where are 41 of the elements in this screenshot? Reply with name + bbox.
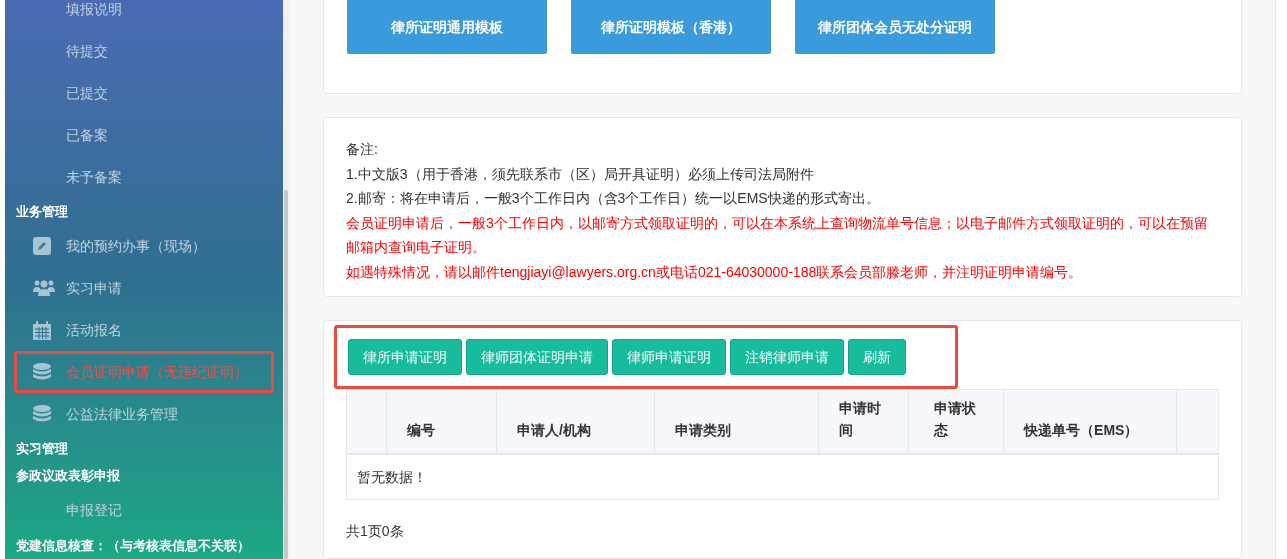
- sidebar-item[interactable]: 活动报名: [14, 309, 275, 352]
- sidebar-item[interactable]: 申报登记: [14, 489, 275, 532]
- action-button[interactable]: 律师申请证明: [612, 339, 727, 375]
- action-button[interactable]: 律所申请证明: [348, 339, 463, 375]
- template-button[interactable]: 律所团体会员无处分证明: [795, 0, 996, 54]
- action-button[interactable]: 刷新: [848, 339, 907, 375]
- template-button[interactable]: 律所证明通用模板: [347, 0, 548, 54]
- action-button[interactable]: 律师团体证明申请: [466, 339, 609, 375]
- note-text: 1.中文版3（用于香港，须先联系市（区）局开具证明）必须上传司法局附件: [346, 164, 815, 184]
- sidebar-item[interactable]: 实习申请: [14, 267, 275, 310]
- sidebar-item[interactable]: 未予备案: [14, 156, 275, 198]
- section-header: 参政议政表彰申报: [15, 467, 121, 486]
- database-icon: [33, 404, 51, 424]
- note-text: 备注:: [346, 140, 379, 159]
- sidebar-item[interactable]: 已备案: [14, 114, 275, 156]
- scrollbar-thumb[interactable]: [284, 190, 289, 559]
- section-header: 党建信息核查：（与考核表信息不关联）: [15, 536, 251, 555]
- sidebar-item[interactable]: 待提交: [14, 30, 275, 72]
- section-header: 实习管理: [15, 440, 69, 459]
- action-button[interactable]: 注销律师申请: [730, 339, 845, 375]
- column-header: 申请时间: [839, 399, 883, 440]
- warning-text: 会员证明申请后，一般3个工作日内，以邮寄方式领取证明的，可以在本系统上查询物流单号信息；以电子邮件方式领取证明的，可以在预留邮箱内查询电子证明。: [346, 213, 1209, 257]
- column-header: 编号: [407, 421, 436, 440]
- calendar-icon: [33, 320, 51, 340]
- section-header: 业务管理: [15, 202, 69, 221]
- sidebar-item[interactable]: 填报说明: [14, 0, 275, 30]
- warning-text: 如遇特殊情况，请以邮件tengjiayi@lawyers.org.cn或电话021-64030000-188联系会员部滕老师，并注明证明申请编号。: [346, 262, 1084, 282]
- column-header: 申请人/机构: [517, 421, 591, 440]
- pencil-icon: [33, 237, 51, 256]
- sidebar-item[interactable]: 已提交: [14, 72, 275, 114]
- sidebar-item[interactable]: 公益法律业务管理: [14, 393, 275, 436]
- column-header: 快递单号（EMS）: [1024, 421, 1139, 440]
- note-text: 2.邮寄：将在申请后，一般3个工作日内（含3个工作日）统一以EMS快递的形式寄出。: [346, 189, 881, 208]
- pagination-text: 共1页0条: [346, 522, 405, 541]
- column-header: 申请类别: [675, 421, 732, 440]
- sidebar-item[interactable]: 我的预约办事（现场）: [14, 225, 275, 268]
- template-button[interactable]: 律所证明模板（香港）: [571, 0, 772, 54]
- empty-message: 暂无数据！: [357, 467, 428, 487]
- database-icon: [33, 362, 51, 382]
- column-header: 申请状态: [934, 399, 978, 440]
- people-icon: [33, 280, 55, 297]
